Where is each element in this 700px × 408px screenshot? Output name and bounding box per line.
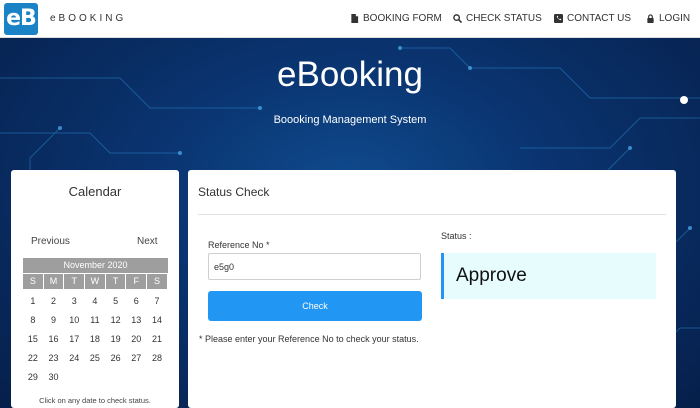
nav-contact-us-label: CONTACT US [567,13,632,24]
calendar-day[interactable]: 13 [126,311,148,330]
calendar-day [147,368,168,387]
brand-logo[interactable]: eB [4,3,38,35]
reference-no-label: Reference No * [208,240,270,250]
calendar-day[interactable]: 12 [106,311,127,330]
calendar-next-link[interactable]: Next [137,236,158,247]
calendar-day[interactable]: 14 [147,311,168,330]
calendar-day [85,368,106,387]
calendar-day[interactable]: 24 [64,349,86,368]
calendar-day[interactable]: 11 [85,311,106,330]
calendar-day[interactable]: 23 [44,349,65,368]
nav-check-status[interactable]: CHECK STATUS [453,13,542,24]
calendar-day[interactable]: 25 [85,349,106,368]
weekday-label: S [23,274,44,289]
status-check-panel: Status Check Reference No * Check * Plea… [188,170,676,408]
calendar-day[interactable]: 10 [64,311,86,330]
calendar-title: Calendar [68,184,122,199]
reference-no-input[interactable] [208,253,421,280]
calendar-day[interactable]: 1 [23,292,44,311]
weekday-label: W [85,274,106,289]
weekday-label: T [64,274,86,289]
calendar-week-row: 15 16 17 18 19 20 21 [23,330,168,349]
phone-icon [554,14,563,23]
divider [198,214,666,215]
calendar-day[interactable]: 19 [106,330,127,349]
calendar-day[interactable]: 22 [23,349,44,368]
calendar-day[interactable]: 3 [64,292,86,311]
calendar-day[interactable]: 27 [126,349,148,368]
calendar-day[interactable]: 28 [147,349,168,368]
calendar-week-row: 29 30 [23,368,168,387]
calendar-day [126,368,148,387]
calendar-panel: Calendar Previous Next November 2020 S M… [11,170,179,408]
calendar-month-label: November 2020 [23,258,168,273]
nav-contact-us[interactable]: CONTACT US [554,13,631,24]
calendar-day [64,368,86,387]
calendar-day[interactable]: 8 [23,311,44,330]
reference-note: * Please enter your Reference No to chec… [199,334,419,344]
status-label: Status : [441,231,472,241]
calendar-day[interactable]: 7 [147,292,168,311]
calendar-grid: November 2020 S M T W T F S 1 2 3 4 5 6 … [23,258,168,387]
calendar-day[interactable]: 30 [44,368,65,387]
calendar-weekday-row: S M T W T F S [23,273,168,292]
hero-title: eBooking [277,55,423,94]
calendar-day[interactable]: 26 [106,349,127,368]
calendar-day[interactable]: 4 [85,292,106,311]
calendar-day[interactable]: 16 [44,330,65,349]
calendar-week-row: 8 9 10 11 12 13 14 [23,311,168,330]
top-navbar: eB eBOOKING BOOKING FORM CHECK STATUS CO… [0,0,700,38]
calendar-day[interactable]: 2 [44,292,65,311]
weekday-label: T [105,274,127,289]
weekday-label: S [147,274,168,289]
calendar-week-row: 22 23 24 25 26 27 28 [23,349,168,368]
calendar-week-row: 1 2 3 4 5 6 7 [23,292,168,311]
weekday-label: F [126,274,148,289]
calendar-day[interactable]: 20 [126,330,148,349]
lock-icon [647,14,654,23]
calendar-day[interactable]: 17 [64,330,86,349]
nav-login-label: LOGIN [659,13,691,24]
calendar-day[interactable]: 9 [44,311,65,330]
calendar-previous-link[interactable]: Previous [31,236,70,247]
status-check-title: Status Check [198,185,270,199]
calendar-day [106,368,127,387]
scroll-indicator[interactable] [680,96,688,104]
calendar-hint: Click on any date to check status. [39,396,151,405]
search-icon [453,14,462,23]
hero-subtitle: Boooking Management System [273,114,427,126]
status-result-box: Approve [441,253,656,299]
calendar-day[interactable]: 6 [126,292,148,311]
nav-login[interactable]: LOGIN [646,13,690,24]
status-value: Approve [456,265,527,286]
calendar-day[interactable]: 18 [85,330,106,349]
nav-booking-form[interactable]: BOOKING FORM [350,13,442,24]
file-icon [351,14,359,23]
nav-booking-form-label: BOOKING FORM [363,13,442,24]
calendar-day[interactable]: 15 [23,330,44,349]
weekday-label: M [43,274,65,289]
calendar-day[interactable]: 21 [147,330,168,349]
nav-check-status-label: CHECK STATUS [466,13,542,24]
check-button[interactable]: Check [208,291,422,321]
brand-name[interactable]: eBOOKING [50,13,126,24]
calendar-day[interactable]: 29 [23,368,44,387]
calendar-day[interactable]: 5 [106,292,127,311]
